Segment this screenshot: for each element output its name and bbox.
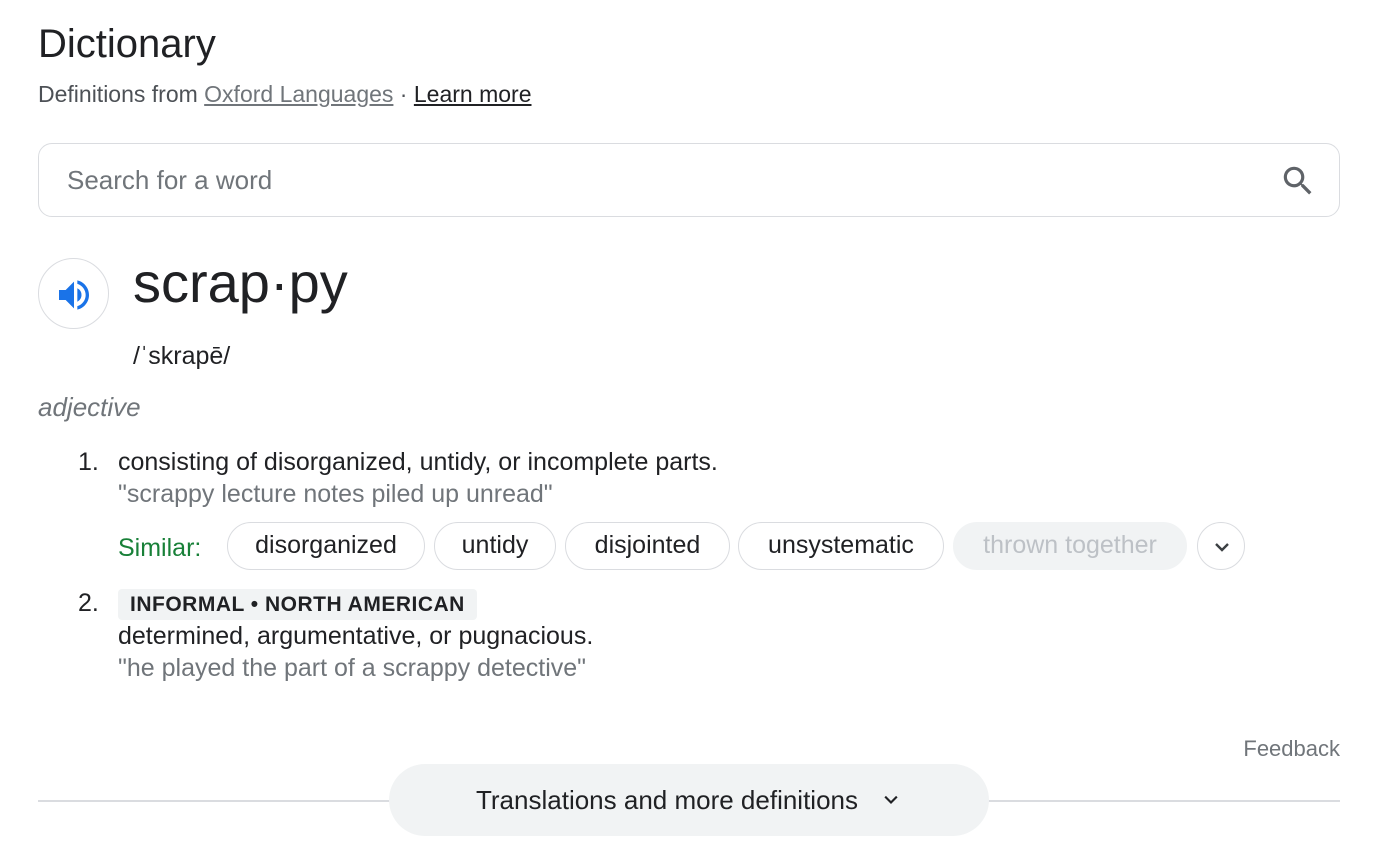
feedback-link[interactable]: Feedback — [1243, 735, 1340, 763]
pronunciation: /ˈskrapē/ — [133, 342, 231, 370]
search-input[interactable] — [67, 144, 1257, 216]
sense-example: "he played the part of a scrappy detecti… — [118, 654, 587, 682]
more-definitions-button[interactable]: Translations and more definitions — [389, 764, 989, 836]
pronounce-button[interactable] — [38, 258, 109, 329]
similar-chip-untidy[interactable]: untidy — [434, 522, 556, 570]
similar-chip-disjointed[interactable]: disjointed — [565, 522, 730, 570]
similar-chip-unsystematic[interactable]: unsystematic — [738, 522, 944, 570]
dictionary-title: Dictionary — [38, 22, 216, 66]
register-label: INFORMAL • NORTH AMERICAN — [118, 589, 477, 620]
chevron-down-icon — [884, 795, 898, 805]
sense-number: 2. — [78, 589, 99, 617]
sense-definition: consisting of disorganized, untidy, or i… — [118, 448, 718, 476]
part-of-speech: adjective — [38, 392, 141, 422]
search-icon[interactable] — [1279, 162, 1317, 200]
sense-number: 1. — [78, 448, 99, 476]
source-prefix: Definitions from — [38, 81, 205, 107]
similar-chip-disorganized[interactable]: disorganized — [227, 522, 425, 570]
source-separator: · — [393, 81, 414, 107]
sense-example: "scrappy lecture notes piled up unread" — [118, 480, 553, 508]
expand-similar-button[interactable] — [1197, 522, 1245, 570]
learn-more-link[interactable]: Learn more — [414, 81, 532, 107]
oxford-languages-link[interactable]: Oxford Languages — [204, 81, 393, 107]
search-box — [38, 143, 1340, 217]
more-definitions-label: Translations and more definitions — [475, 785, 858, 815]
source-line: Definitions from Oxford Languages · Lear… — [38, 80, 532, 108]
similar-label: Similar: — [118, 534, 202, 562]
sense-definition: determined, argumentative, or pugnacious… — [118, 622, 594, 650]
headword: scrap·py — [133, 251, 348, 314]
similar-chip-thrown-together[interactable]: thrown together — [953, 522, 1187, 570]
